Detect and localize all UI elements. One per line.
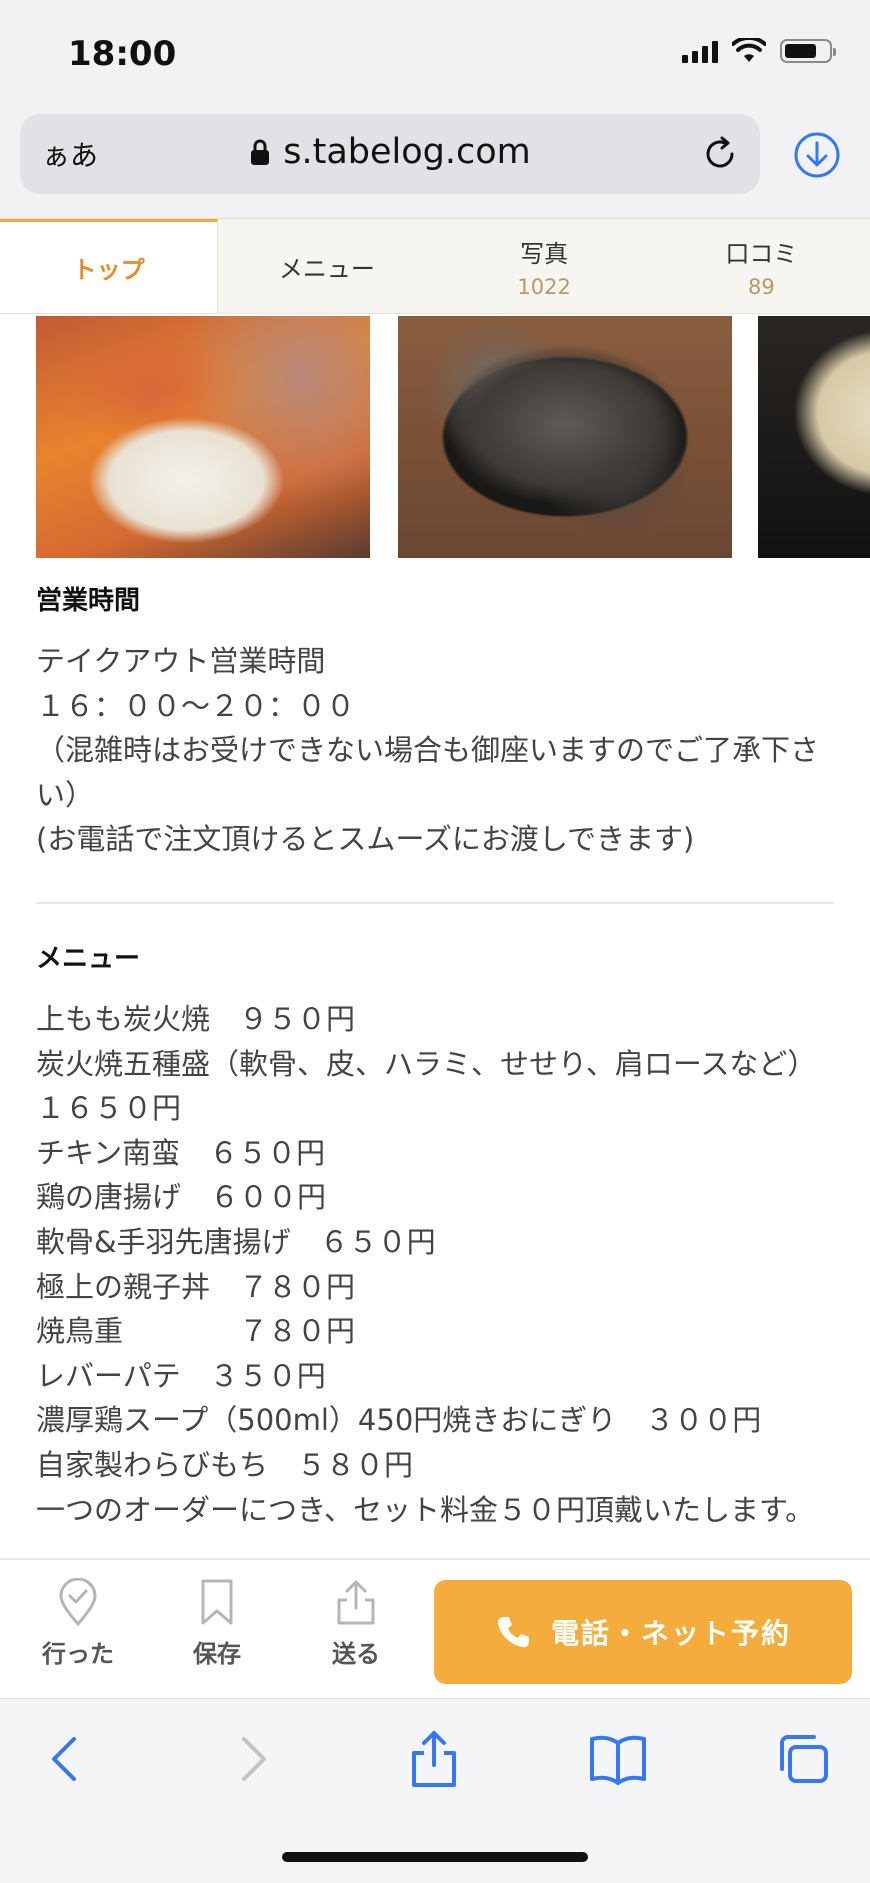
- address-bar[interactable]: ぁあ s.tabelog.com: [20, 114, 760, 194]
- check-circle-icon: [59, 1578, 97, 1626]
- tabs-icon[interactable]: [774, 1729, 834, 1789]
- hours-line: １６：００〜２０：００: [36, 688, 356, 723]
- tab-label: メニュー: [278, 254, 375, 283]
- tab-menu[interactable]: メニュー: [218, 219, 435, 313]
- went-button[interactable]: 行った: [23, 1578, 133, 1688]
- restaurant-tabs: トップ メニュー 写真 1022 口コミ 89: [0, 218, 870, 314]
- share-icon: [337, 1580, 375, 1625]
- tab-count: 89: [748, 274, 775, 299]
- section-divider: [36, 901, 834, 904]
- phone-net-reservation-button[interactable]: 電話・ネット予約: [434, 1580, 852, 1684]
- browser-address-row: ぁあ s.tabelog.com: [0, 108, 870, 218]
- hours-line: (お電話で注文頂けるとスムーズにお渡しできます): [36, 822, 695, 857]
- send-label: 送る: [332, 1640, 380, 1668]
- status-bar: 18:00: [0, 0, 870, 108]
- tab-reviews[interactable]: 口コミ 89: [653, 219, 870, 313]
- lock-icon: [251, 139, 270, 165]
- forward-icon[interactable]: [222, 1729, 282, 1789]
- menu-item: 極上の親子丼 ７８０円: [36, 1269, 356, 1304]
- url-text: s.tabelog.com: [283, 132, 531, 172]
- tab-count: 1022: [517, 274, 571, 299]
- food-photo[interactable]: [398, 316, 732, 558]
- share-icon[interactable]: [404, 1729, 464, 1789]
- hours-heading: 営業時間: [36, 586, 141, 616]
- download-icon[interactable]: [792, 130, 842, 180]
- takeout-info: 営業時間 テイクアウト営業時間 １６：００〜２０：００ （混雑時はお受けできない…: [36, 580, 836, 1532]
- food-photo[interactable]: [758, 316, 870, 558]
- hours-text: テイクアウト営業時間 １６：００〜２０：００ （混雑時はお受けできない場合も御座…: [36, 639, 836, 862]
- back-icon[interactable]: [36, 1729, 96, 1789]
- menu-item: 焼鳥重 ７８０円: [36, 1314, 356, 1349]
- cellular-signal-icon: [682, 39, 718, 63]
- phone-icon: [497, 1617, 529, 1648]
- url-display[interactable]: s.tabelog.com: [20, 132, 760, 172]
- bookmark-icon: [201, 1579, 233, 1625]
- wifi-icon: [732, 38, 766, 62]
- status-time: 18:00: [68, 34, 177, 74]
- reload-icon[interactable]: [698, 132, 742, 176]
- went-label: 行った: [42, 1640, 114, 1668]
- hours-line: い）: [36, 777, 95, 812]
- send-button[interactable]: 送る: [301, 1578, 411, 1688]
- menu-heading: メニュー: [36, 943, 141, 974]
- save-label: 保存: [193, 1640, 241, 1668]
- menu-item: チキン南蛮 ６５０円: [36, 1135, 326, 1170]
- menu-item: 自家製わらびもち ５８０円: [36, 1447, 414, 1482]
- menu-item: 一つのオーダーにつき、セット料金５０円頂戴いたします。: [36, 1492, 815, 1527]
- menu-item: １６５０円: [36, 1091, 182, 1126]
- tab-label: 写真: [520, 239, 569, 268]
- save-button[interactable]: 保存: [162, 1578, 272, 1688]
- menu-item: 軟骨&手羽先唐揚げ ６５０円: [36, 1224, 436, 1259]
- menu-item: 炭火焼五種盛（軟骨、皮、ハラミ、せせり、肩ロースなど）: [36, 1046, 817, 1081]
- status-icons: [682, 38, 836, 64]
- food-photo[interactable]: [36, 316, 370, 558]
- menu-item: レバーパテ ３５０円: [36, 1358, 326, 1393]
- tab-label: トップ: [72, 256, 145, 284]
- home-indicator: [282, 1852, 588, 1862]
- reserve-label: 電話・ネット予約: [550, 1617, 791, 1650]
- hours-line: （混雑時はお受けできない場合も御座いますのでご了承下さ: [36, 733, 820, 768]
- menu-item: 鶏の唐揚げ ６００円: [36, 1180, 327, 1215]
- menu-item: 上もも炭火焼 ９５０円: [36, 1001, 356, 1036]
- tab-label: 口コミ: [725, 239, 798, 268]
- hours-line: テイクアウト営業時間: [36, 644, 326, 678]
- bookmarks-icon[interactable]: [588, 1729, 648, 1789]
- menu-list: 上もも炭火焼 ９５０円 炭火焼五種盛（軟骨、皮、ハラミ、せせり、肩ロースなど） …: [36, 997, 836, 1532]
- battery-icon: [780, 39, 836, 63]
- restaurant-action-bar: 行った 保存 送る 電話・ネット予約: [0, 1558, 870, 1698]
- photo-carousel[interactable]: [36, 316, 870, 558]
- tab-photos[interactable]: 写真 1022: [436, 219, 653, 313]
- tab-top[interactable]: トップ: [0, 219, 219, 313]
- menu-item: 濃厚鶏スープ（500ml）450円焼きおにぎり ３００円: [36, 1403, 762, 1438]
